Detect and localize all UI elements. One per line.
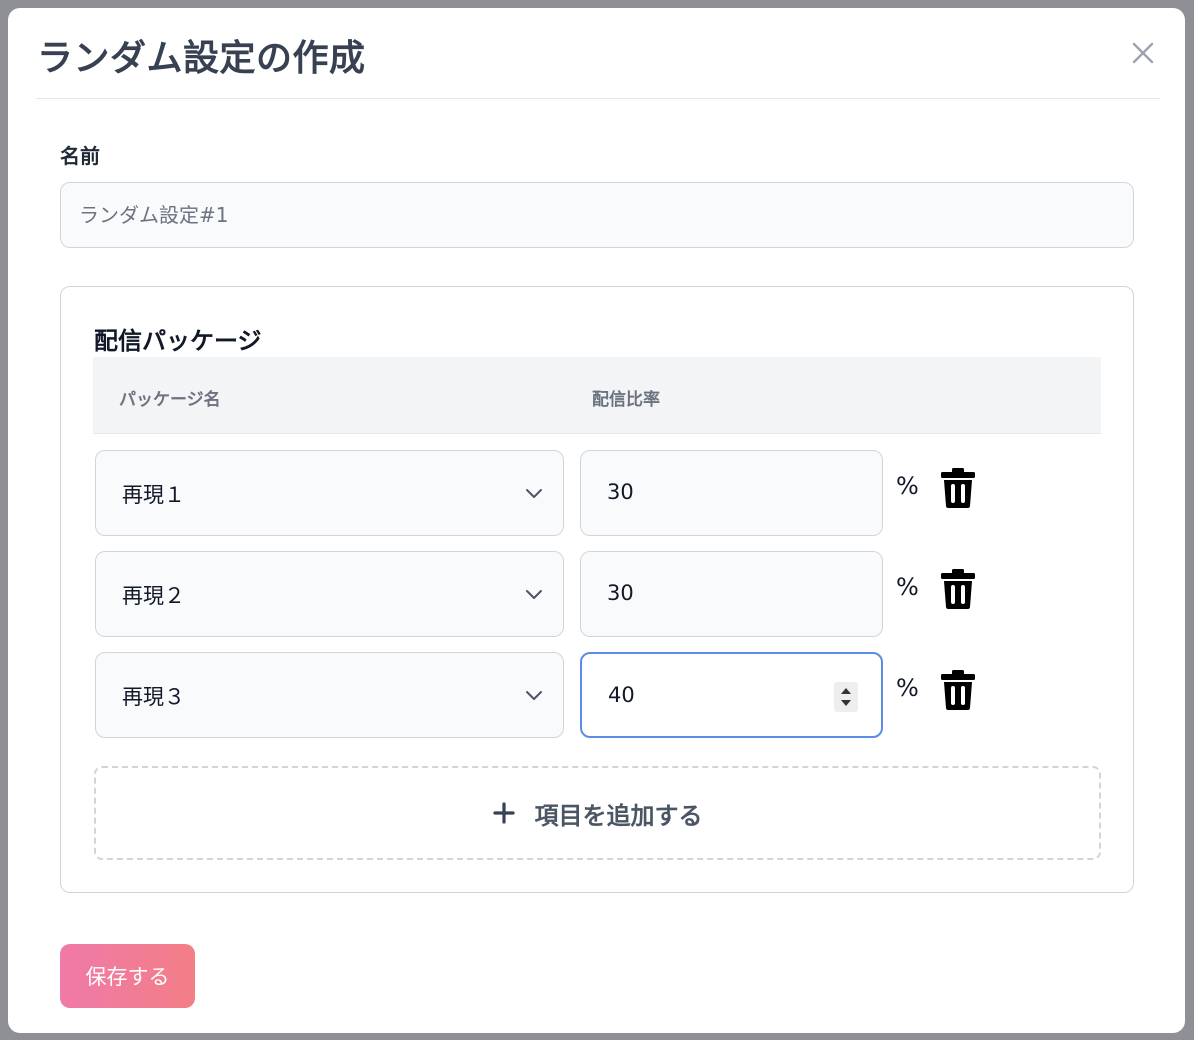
package-select[interactable]: 再現１: [95, 450, 564, 536]
rate-input[interactable]: 30: [580, 450, 883, 536]
rate-value: 30: [607, 480, 634, 504]
package-select-value: 再現２: [122, 584, 185, 608]
name-label: 名前: [60, 144, 100, 168]
header-divider: [36, 98, 1160, 99]
rate-input[interactable]: 40: [580, 652, 883, 738]
column-header-delivery-rate: 配信比率: [592, 390, 660, 410]
delivery-package-title: 配信パッケージ: [94, 327, 262, 355]
trash-icon: [941, 569, 975, 609]
rate-input[interactable]: 30: [580, 551, 883, 637]
rate-value: 30: [607, 581, 634, 605]
rate-value: 40: [608, 683, 635, 707]
package-select[interactable]: 再現２: [95, 551, 564, 637]
chevron-down-icon: [526, 691, 542, 700]
chevron-down-icon: [526, 590, 542, 599]
plus-icon: [492, 802, 515, 824]
create-random-setting-modal: ランダム設定の作成 名前 配信パッケージ パッケージ名 配信比率 再現１ 30 …: [8, 8, 1185, 1033]
spinner-arrows-icon: [841, 688, 851, 706]
delivery-package-card: 配信パッケージ パッケージ名 配信比率 再現１ 30 % 再現２ 30 % 再現…: [60, 286, 1134, 893]
trash-icon: [941, 468, 975, 508]
delete-row-button[interactable]: [940, 568, 976, 610]
delete-row-button[interactable]: [940, 467, 976, 509]
package-row: 再現３ 40 %: [95, 652, 1101, 738]
name-input[interactable]: [60, 182, 1134, 248]
package-select-value: 再現１: [122, 483, 185, 507]
delete-row-button[interactable]: [940, 669, 976, 711]
modal-title: ランダム設定の作成: [37, 38, 366, 79]
chevron-down-icon: [526, 489, 542, 498]
percent-unit: %: [896, 472, 919, 500]
column-header-package-name: パッケージ名: [119, 390, 221, 410]
percent-unit: %: [896, 573, 919, 601]
percent-unit: %: [896, 674, 919, 702]
add-item-button[interactable]: 項目を追加する: [94, 766, 1101, 860]
close-icon: [1132, 42, 1154, 64]
package-row: 再現２ 30 %: [95, 551, 1101, 637]
number-spinner[interactable]: [834, 682, 858, 712]
save-button[interactable]: 保存する: [60, 944, 195, 1008]
add-item-label: 項目を追加する: [534, 801, 703, 830]
close-button[interactable]: [1126, 36, 1160, 70]
package-row: 再現１ 30 %: [95, 450, 1101, 536]
package-select-value: 再現３: [122, 685, 185, 709]
trash-icon: [941, 670, 975, 710]
package-table-header: パッケージ名 配信比率: [93, 357, 1101, 434]
package-select[interactable]: 再現３: [95, 652, 564, 738]
